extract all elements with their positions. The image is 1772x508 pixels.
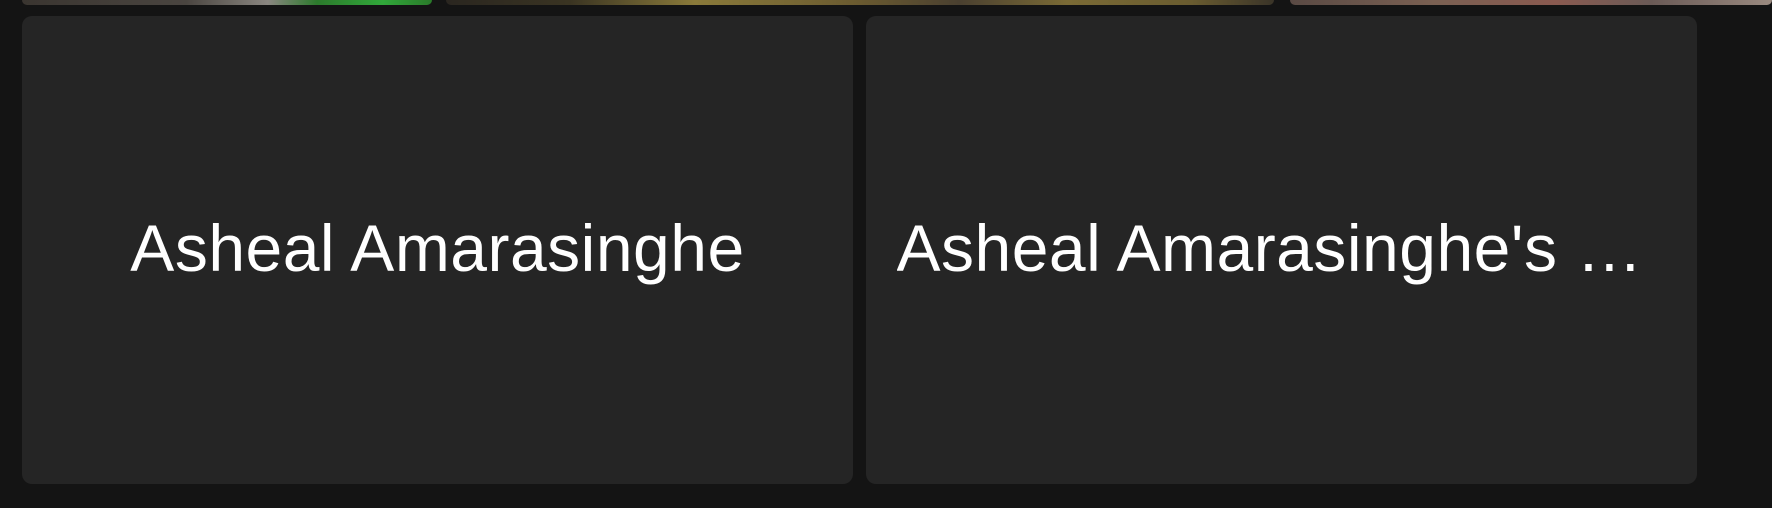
video-tile-partial[interactable]: [446, 0, 1274, 5]
participant-tile[interactable]: Asheal Amarasinghe's G...: [866, 16, 1697, 484]
video-tile-partial[interactable]: [1290, 0, 1772, 5]
participant-tile[interactable]: Asheal Amarasinghe: [22, 16, 853, 484]
video-tile-partial[interactable]: [22, 0, 432, 5]
previous-row-strip: [0, 0, 1772, 6]
participant-name: Asheal Amarasinghe: [130, 215, 745, 285]
video-gallery: Asheal Amarasinghe Asheal Amarasinghe's …: [0, 0, 1772, 508]
participant-name: Asheal Amarasinghe's G...: [896, 215, 1667, 285]
